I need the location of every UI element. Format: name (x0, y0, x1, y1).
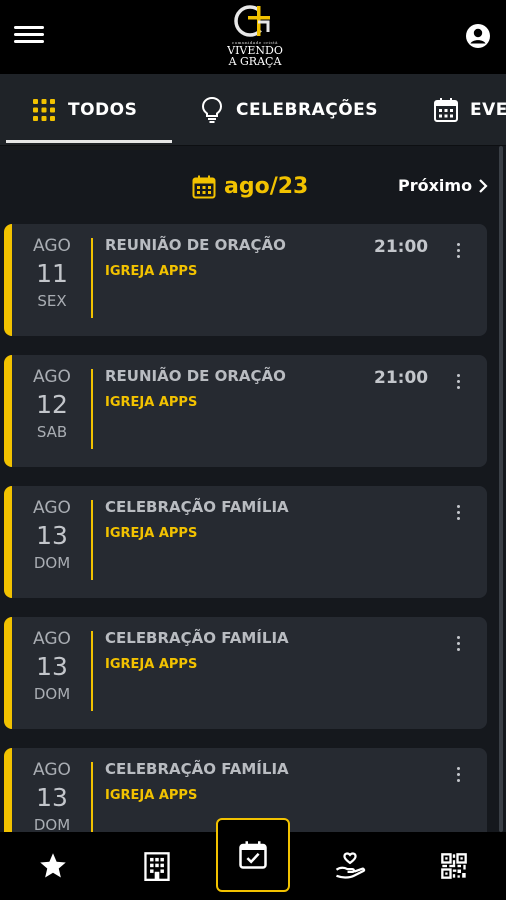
logo-monogram-icon (234, 5, 270, 37)
month-label: ago/23 (224, 174, 309, 199)
tab-label: TODOS (68, 100, 138, 120)
active-tab-indicator (6, 140, 172, 143)
event-card[interactable]: AGO 13 DOM CELEBRAÇÃO FAMÍLIA IGREJA APP… (4, 617, 487, 729)
event-card[interactable]: AGO 12 SAB REUNIÃO DE ORAÇÃO IGREJA APPS… (4, 355, 487, 467)
event-accent-bar (4, 224, 12, 336)
event-accent-bar (4, 355, 12, 467)
building-icon (144, 852, 170, 881)
event-date: AGO 11 SEX (22, 234, 82, 312)
tab-label: EVE (470, 100, 506, 120)
event-organizer: IGREJA APPS (105, 526, 198, 541)
event-organizer: IGREJA APPS (105, 657, 198, 672)
month-navigation: ago/23 Próximo (0, 146, 506, 228)
current-month: ago/23 (192, 174, 308, 199)
more-options-icon[interactable] (450, 631, 466, 655)
event-title: REUNIÃO DE ORAÇÃO (105, 367, 286, 385)
more-options-icon[interactable] (450, 238, 466, 262)
category-tabs: TODOS CELEBRAÇÕES EVE (0, 74, 506, 146)
more-options-icon[interactable] (450, 500, 466, 524)
tab-celebracoes[interactable]: CELEBRAÇÕES (198, 74, 379, 145)
event-organizer: IGREJA APPS (105, 395, 198, 410)
event-weekday: SEX (37, 292, 67, 310)
nav-favorites[interactable] (17, 832, 89, 900)
tab-label: CELEBRAÇÕES (236, 100, 379, 120)
nav-church[interactable] (121, 832, 193, 900)
event-day: 13 (36, 521, 68, 550)
event-accent-bar (4, 486, 12, 598)
calendar-icon (432, 96, 460, 124)
tab-todos[interactable]: TODOS (30, 74, 138, 145)
tab-eventos[interactable]: EVE (432, 74, 506, 145)
event-day: 12 (36, 390, 68, 419)
event-list: AGO 11 SEX REUNIÃO DE ORAÇÃO IGREJA APPS… (0, 224, 506, 832)
event-month: AGO (33, 367, 71, 387)
event-title: CELEBRAÇÃO FAMÍLIA (105, 498, 289, 516)
top-app-bar: comunidade cristã VIVENDO A GRAÇA (0, 0, 506, 74)
calendar-icon (192, 175, 216, 198)
nav-qr-code[interactable] (418, 832, 490, 900)
event-date: AGO 12 SAB (22, 365, 82, 443)
event-day: 13 (36, 652, 68, 681)
event-accent-bar (4, 617, 12, 729)
event-weekday: DOM (33, 816, 71, 832)
scrollbar[interactable] (499, 146, 503, 832)
more-options-icon[interactable] (450, 762, 466, 786)
event-divider (91, 500, 93, 580)
chevron-right-icon (479, 178, 488, 193)
event-date: AGO 13 DOM (22, 758, 82, 832)
next-month-button[interactable]: Próximo (398, 176, 488, 195)
event-organizer: IGREJA APPS (105, 788, 198, 803)
event-day: 13 (36, 783, 68, 812)
event-time: 21:00 (374, 368, 429, 388)
donation-hand-icon (335, 852, 366, 879)
event-day: 11 (36, 259, 68, 288)
event-organizer: IGREJA APPS (105, 264, 198, 279)
event-weekday: DOM (33, 554, 71, 572)
lightbulb-icon (198, 96, 226, 124)
hamburger-menu-icon[interactable] (14, 22, 48, 50)
event-accent-bar (4, 748, 12, 832)
event-divider (91, 238, 93, 318)
star-icon (40, 853, 66, 878)
nav-donations[interactable] (314, 832, 386, 900)
nav-events[interactable] (216, 818, 290, 892)
event-card[interactable]: AGO 11 SEX REUNIÃO DE ORAÇÃO IGREJA APPS… (4, 224, 487, 336)
bottom-navigation (0, 818, 506, 900)
event-month: AGO (33, 760, 71, 780)
event-month: AGO (33, 498, 71, 518)
next-month-label: Próximo (398, 176, 473, 195)
event-title: REUNIÃO DE ORAÇÃO (105, 236, 286, 254)
qr-code-icon (441, 853, 467, 879)
event-weekday: SAB (36, 423, 68, 441)
event-date: AGO 13 DOM (22, 627, 82, 705)
account-circle-icon[interactable] (464, 22, 492, 50)
event-divider (91, 369, 93, 449)
grid-icon (30, 96, 58, 124)
event-card[interactable]: AGO 13 DOM CELEBRAÇÃO FAMÍLIA IGREJA APP… (4, 486, 487, 598)
event-divider (91, 631, 93, 711)
event-weekday: DOM (33, 685, 71, 703)
more-options-icon[interactable] (450, 369, 466, 393)
event-month: AGO (33, 236, 71, 256)
event-time: 21:00 (374, 237, 429, 257)
calendar-check-icon (239, 841, 267, 869)
church-logo: comunidade cristã VIVENDO A GRAÇA (200, 4, 310, 68)
event-date: AGO 13 DOM (22, 496, 82, 574)
event-month: AGO (33, 629, 71, 649)
event-title: CELEBRAÇÃO FAMÍLIA (105, 760, 289, 778)
event-title: CELEBRAÇÃO FAMÍLIA (105, 629, 289, 647)
logo-line-2: A GRAÇA (228, 55, 282, 68)
event-divider (91, 762, 93, 832)
